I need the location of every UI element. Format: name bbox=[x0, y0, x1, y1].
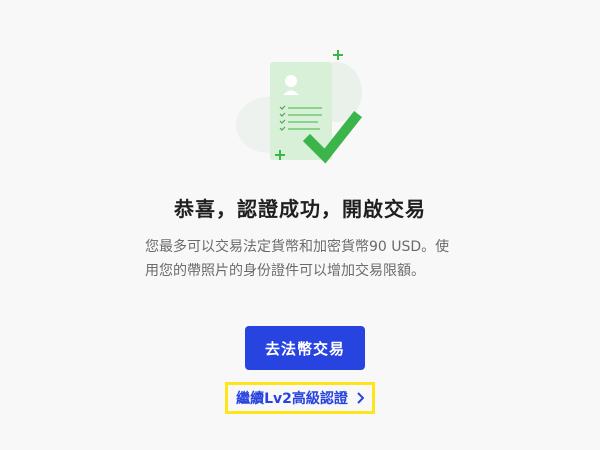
document-checkmark-icon bbox=[236, 50, 363, 164]
success-description: 您最多可以交易法定貨幣和加密貨幣90 USD。使用您的帶照片的身份證件可以增加交… bbox=[145, 239, 450, 279]
chevron-right-icon bbox=[356, 392, 364, 404]
verification-success-page: 恭喜，認證成功，開啟交易 您最多可以交易法定貨幣和加密貨幣90 USD。使用您的… bbox=[0, 0, 600, 450]
fiat-trade-button[interactable]: 去法幣交易 bbox=[245, 326, 365, 370]
continue-lv2-verification-label: 繼續Lv2高級認證 bbox=[236, 391, 348, 407]
verification-success-illustration bbox=[228, 40, 368, 165]
continue-lv2-verification-link[interactable]: 繼續Lv2高級認證 bbox=[225, 382, 375, 414]
success-title: 恭喜，認證成功，開啟交易 bbox=[174, 197, 426, 221]
